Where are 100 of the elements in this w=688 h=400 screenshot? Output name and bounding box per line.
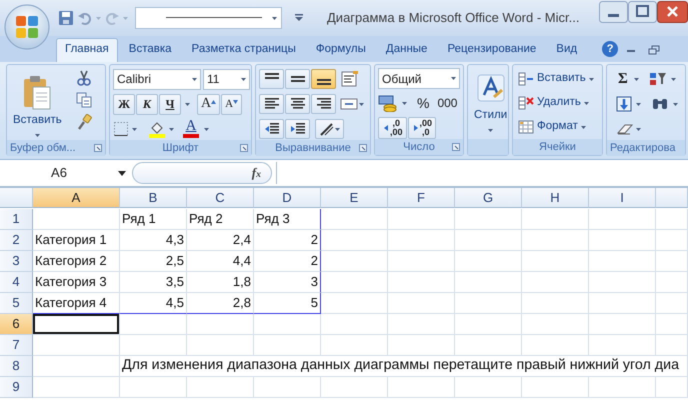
table-cell[interactable] [321, 251, 388, 272]
table-cell[interactable]: 3 [254, 272, 321, 293]
table-cell[interactable] [120, 377, 187, 398]
maximize-button[interactable] [628, 1, 657, 23]
caret-icon[interactable] [636, 128, 641, 130]
table-cell[interactable] [656, 251, 688, 272]
table-cell[interactable]: 2,4 [187, 230, 254, 251]
table-cell[interactable]: 4,4 [187, 251, 254, 272]
caret-icon[interactable] [204, 128, 209, 130]
table-cell[interactable]: Для изменения диапазона данных диаграммы перетащите правый нижний угол диа [120, 356, 688, 377]
table-cell[interactable]: Ряд 2 [187, 209, 254, 230]
caret-icon[interactable] [169, 128, 174, 130]
number-format-field[interactable]: Общий [378, 68, 460, 89]
table-cell[interactable] [455, 314, 522, 335]
font-color-button[interactable]: A [181, 118, 201, 140]
caret-icon[interactable] [670, 78, 676, 80]
paste-button[interactable]: Вставить [10, 68, 65, 140]
table-cell[interactable] [33, 335, 120, 356]
table-cell[interactable] [187, 377, 254, 398]
caret-icon[interactable] [634, 78, 639, 80]
table-cell[interactable] [388, 335, 455, 356]
table-cell[interactable] [321, 230, 388, 251]
table-cell[interactable] [656, 293, 688, 314]
table-cell[interactable] [455, 209, 522, 230]
table-cell[interactable] [455, 251, 522, 272]
select-all-corner[interactable] [0, 188, 33, 208]
fill-down-icon[interactable] [616, 96, 632, 112]
row-header[interactable]: 1 [0, 209, 33, 230]
caret-icon[interactable] [673, 102, 678, 106]
column-header[interactable]: C [187, 188, 254, 208]
column-header[interactable]: I [589, 188, 656, 208]
customize-caret-icon[interactable] [293, 13, 305, 23]
table-cell[interactable] [589, 293, 656, 314]
table-cell[interactable]: Ряд 1 [120, 209, 187, 230]
table-cell[interactable] [522, 251, 589, 272]
table-cell[interactable]: 2,5 [120, 251, 187, 272]
increase-indent-button[interactable] [285, 119, 310, 139]
decrease-indent-button[interactable] [259, 119, 284, 139]
bold-button[interactable]: Ж [113, 94, 135, 114]
table-cell[interactable] [388, 272, 455, 293]
delete-cells-button[interactable]: Удалить [516, 92, 596, 114]
row-header[interactable]: 4 [0, 272, 33, 293]
binoculars-icon[interactable] [651, 96, 669, 112]
caret-icon[interactable] [359, 102, 364, 106]
decrease-decimal-button[interactable]: ,00 ,0 [408, 117, 436, 139]
percent-button[interactable]: % [411, 92, 436, 114]
table-cell[interactable]: Категория 3 [33, 272, 120, 293]
row-header[interactable]: 6 [0, 314, 33, 335]
borders-icon[interactable] [113, 121, 129, 137]
table-cell[interactable] [321, 209, 388, 230]
table-cell[interactable]: Категория 4 [33, 293, 120, 314]
table-cell[interactable] [254, 377, 321, 398]
table-cell[interactable] [522, 272, 589, 293]
row-header[interactable]: 2 [0, 230, 33, 251]
dialog-launcher-icon[interactable] [94, 144, 102, 152]
table-cell[interactable] [455, 230, 522, 251]
table-cell[interactable] [455, 293, 522, 314]
ribbon-tab[interactable]: Рецензирование [438, 38, 546, 62]
merge-cells-icon[interactable] [340, 96, 358, 112]
table-cell[interactable] [33, 377, 120, 398]
table-cell[interactable] [589, 314, 656, 335]
table-cell[interactable]: Категория 2 [33, 251, 120, 272]
row-header[interactable]: 7 [0, 335, 33, 356]
align-left-button[interactable] [259, 94, 284, 114]
quick-access-dropdown[interactable] [135, 7, 282, 29]
row-header[interactable]: 5 [0, 293, 33, 314]
currency-icon[interactable] [378, 94, 398, 112]
table-cell[interactable] [656, 272, 688, 293]
table-cell[interactable] [589, 230, 656, 251]
column-header[interactable]: D [254, 188, 321, 208]
table-cell[interactable] [589, 335, 656, 356]
table-cell[interactable] [321, 335, 388, 356]
font-size-field[interactable]: 11 [203, 68, 250, 90]
table-cell[interactable] [254, 314, 321, 335]
column-header[interactable] [656, 188, 688, 208]
table-cell[interactable] [455, 377, 522, 398]
row-header[interactable]: 3 [0, 251, 33, 272]
ribbon-tab[interactable]: Вид [547, 38, 586, 62]
eraser-icon[interactable] [616, 122, 634, 136]
dialog-launcher-icon[interactable] [359, 144, 367, 152]
bottom-align-button[interactable] [311, 69, 336, 89]
table-cell[interactable] [522, 230, 589, 251]
table-cell[interactable] [388, 230, 455, 251]
caret-icon[interactable] [132, 128, 137, 130]
table-cell[interactable] [522, 314, 589, 335]
table-cell[interactable] [589, 377, 656, 398]
dialog-launcher-icon[interactable] [452, 143, 460, 151]
restore-icon[interactable] [648, 45, 660, 55]
ribbon-tab[interactable]: Разметка страницы [182, 38, 305, 62]
table-cell[interactable]: 2 [254, 230, 321, 251]
redo-icon[interactable] [104, 10, 120, 26]
table-cell[interactable]: 4,5 [120, 293, 187, 314]
cut-icon[interactable] [76, 70, 92, 86]
table-cell[interactable] [656, 230, 688, 251]
format-cells-button[interactable]: Формат [516, 116, 596, 138]
column-header[interactable]: B [120, 188, 187, 208]
underline-button[interactable]: Ч [159, 94, 181, 114]
table-cell[interactable]: 2 [254, 251, 321, 272]
dialog-launcher-icon[interactable] [240, 144, 248, 152]
table-cell[interactable] [321, 272, 388, 293]
